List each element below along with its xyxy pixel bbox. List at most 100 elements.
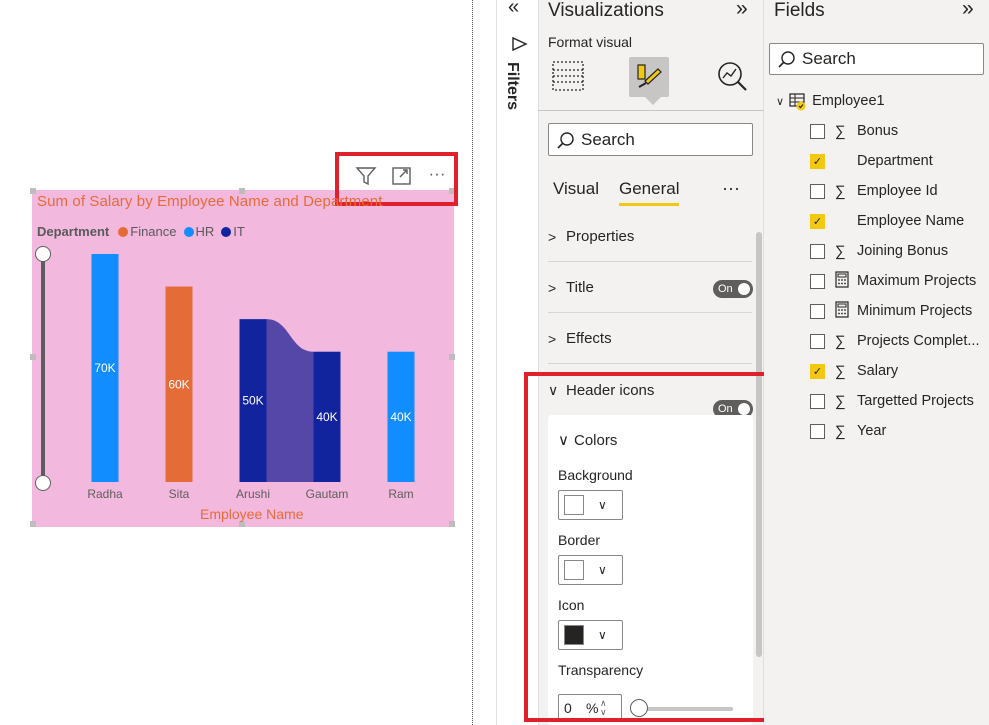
legend-dot [183,226,194,237]
field-item[interactable]: ∑ Year [810,416,886,446]
sigma-icon: ∑ [835,392,846,410]
analytics-icon[interactable] [716,60,748,97]
sigma-icon: ∑ [835,362,846,380]
field-item[interactable]: ∑ Employee Id [810,176,938,206]
field-label: Targetted Projects [857,393,974,409]
chevron-right-icon: > [548,279,557,296]
chevron-right-icon: > [548,228,557,245]
section-properties[interactable]: > Properties [548,212,752,262]
field-item[interactable]: Minimum Projects [810,296,972,326]
filters-label[interactable]: Filters [503,62,521,110]
field-label: Joining Bonus [857,243,949,259]
field-checkbox[interactable] [810,273,825,289]
field-checkbox[interactable] [810,243,825,259]
legend-label: IT [233,224,245,239]
section-effects[interactable]: > Effects [548,314,752,364]
toggle-knob [738,283,750,295]
field-label: Employee Id [857,183,938,199]
collapse-filters-icon[interactable]: « [508,0,519,19]
filter-pane-icon[interactable] [510,36,528,57]
chevron-down-icon: ∨ [776,95,785,108]
legend-item-finance[interactable]: Finance [118,224,177,239]
field-label: Department [857,153,933,169]
field-item[interactable]: ∑ Joining Bonus [810,236,948,266]
expand-fields-icon[interactable]: » [962,0,974,21]
field-label: Maximum Projects [857,273,977,289]
field-item[interactable]: ✓ ∑ Salary [810,356,898,386]
field-label: Year [857,423,887,439]
more-tabs-icon[interactable]: ··· [722,178,740,199]
viz-search-placeholder: Search [581,129,635,149]
field-checkbox[interactable] [810,423,825,439]
field-item[interactable]: ∑ Projects Complet... [810,326,980,356]
title-toggle[interactable]: On [713,280,753,298]
sigma-icon: ∑ [835,332,846,350]
toggle-label: On [718,283,733,295]
field-checkbox[interactable] [810,393,825,409]
resize-handle[interactable] [449,521,455,527]
legend-label: HR [195,224,215,239]
sigma-icon: ∑ [835,242,846,260]
x-tick-label: Gautam [306,487,349,501]
chart-legend: Department Finance HR IT [37,224,247,239]
field-item[interactable]: Maximum Projects [810,266,976,296]
calculator-icon [835,300,857,322]
field-checkbox[interactable] [810,123,825,139]
search-icon [557,131,574,149]
x-tick-label: Radha [87,487,123,501]
format-visual-button[interactable] [629,57,669,97]
chart-title: Sum of Salary by Employee Name and Depar… [37,193,383,210]
field-item[interactable]: ∑ Bonus [810,116,898,146]
fields-search-input[interactable]: Search [769,43,984,75]
bar-chart: 60K 70K 40K 50K 40K Radha Sita Arushi Gautam Ram [87,254,415,501]
field-item[interactable]: ∑ Targetted Projects [810,386,974,416]
resize-handle[interactable] [449,354,455,360]
section-label: Title [566,279,594,296]
zoom-slider-track[interactable] [41,254,45,483]
fields-search-placeholder: Search [802,49,856,68]
paintbrush-icon [637,64,662,88]
legend-item-it[interactable]: IT [221,224,245,239]
field-checkbox[interactable] [810,303,825,319]
legend-dot [221,226,232,237]
x-tick-label: Ram [388,487,413,501]
ribbon [266,319,314,482]
x-tick-label: Arushi [236,487,270,501]
build-visual-icon[interactable] [552,60,584,97]
data-label: 70K [94,361,115,375]
field-checkbox[interactable] [810,333,825,349]
x-tick-label: Sita [169,487,190,501]
field-checkbox[interactable]: ✓ [810,213,825,229]
field-label: Projects Complet... [857,333,980,349]
canvas-divider [472,0,473,725]
section-label: Effects [566,330,612,347]
resize-handle[interactable] [30,354,36,360]
field-checkbox[interactable]: ✓ [810,363,825,379]
viz-search-input[interactable]: Search [548,123,753,156]
sigma-icon: ∑ [835,122,846,140]
legend-item-hr[interactable]: HR [183,224,215,239]
tab-visual[interactable]: Visual [553,179,599,199]
tab-general[interactable]: General [619,179,680,206]
field-item[interactable]: ✓ Employee Name [810,206,964,236]
zoom-slider-handle-bottom[interactable] [35,475,51,491]
data-label: 50K [242,394,263,408]
field-checkbox[interactable]: ✓ [810,153,825,169]
field-checkbox[interactable] [810,183,825,199]
expand-visualizations-icon[interactable]: » [736,0,748,21]
format-visual-label: Format visual [548,34,633,50]
chevron-right-icon: > [548,330,557,347]
table-employee1[interactable]: ∨ Employee1 [776,88,885,114]
calculator-icon [835,270,857,292]
active-pointer [645,97,661,105]
field-item[interactable]: ✓ Department [810,146,933,176]
legend-label: Finance [130,224,177,239]
data-label: 60K [168,377,189,391]
data-label: 40K [390,410,411,424]
pane-divider [538,110,764,111]
resize-handle[interactable] [30,521,36,527]
zoom-slider-handle-top[interactable] [35,246,51,262]
data-label: 40K [316,410,337,424]
resize-handle[interactable] [30,188,36,194]
highlight-box [524,372,787,722]
